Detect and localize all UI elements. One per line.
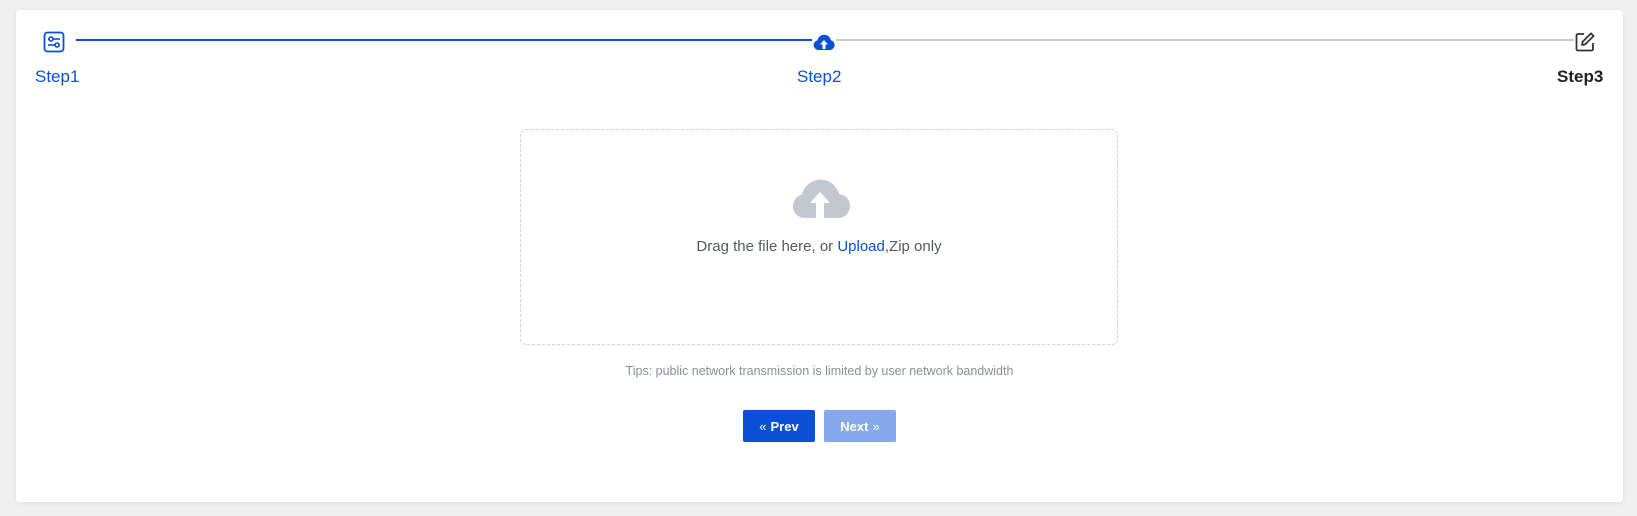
dropzone-text-after: ,Zip only — [884, 238, 942, 255]
step-3-label: Step3 — [1557, 67, 1604, 86]
cloud-upload-icon — [812, 30, 836, 54]
sliders-icon — [42, 30, 66, 54]
edit-icon — [1573, 30, 1597, 54]
prev-button[interactable]: « Prev — [743, 410, 815, 442]
upload-wizard-card: Step1 Step2 Step3 Drag the file here, or… — [16, 10, 1623, 502]
dropzone-text-before: Drag the file here, or — [696, 238, 838, 255]
double-chevron-left-icon: « — [759, 418, 767, 434]
next-button-label: Next — [840, 418, 869, 434]
prev-button-label: Prev — [770, 418, 799, 434]
step-1-label: Step1 — [35, 67, 80, 86]
step-connector-completed — [76, 39, 812, 41]
double-chevron-right-icon: » — [872, 418, 880, 434]
step-connector-pending — [836, 39, 1574, 41]
next-button[interactable]: Next » — [824, 410, 896, 442]
dropzone-instructions: Drag the file here, or Upload,Zip only — [521, 238, 1117, 255]
step-2-label: Step2 — [797, 67, 842, 86]
cloud-upload-icon — [792, 179, 850, 219]
file-dropzone[interactable]: Drag the file here, or Upload,Zip only — [520, 129, 1118, 345]
upload-link[interactable]: Upload — [837, 238, 885, 255]
tips-text: Tips: public network transmission is lim… — [625, 364, 1014, 378]
